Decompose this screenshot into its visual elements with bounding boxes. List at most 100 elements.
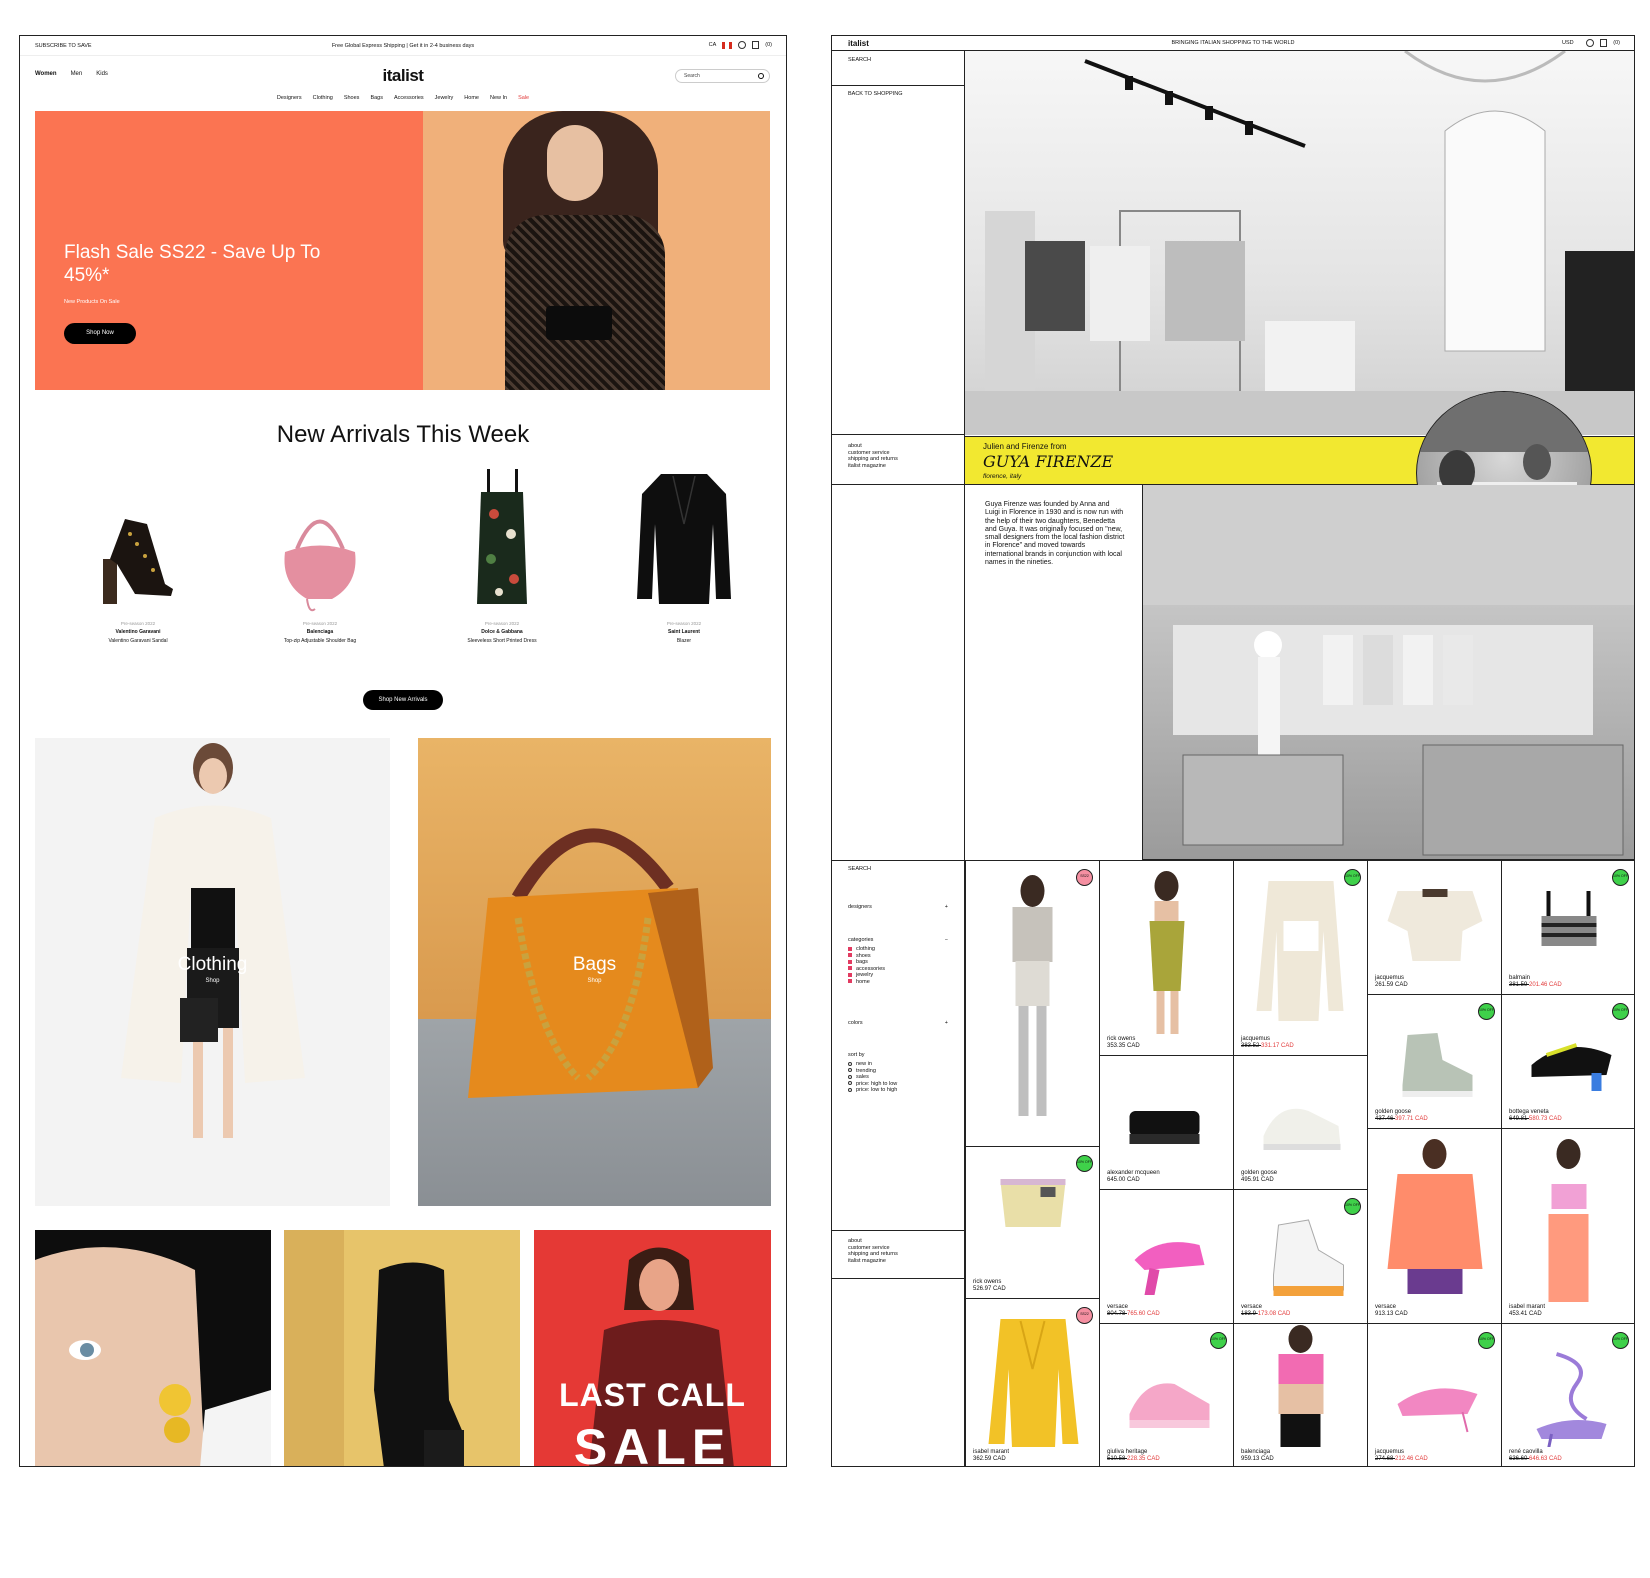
product-card[interactable]: 10% OFF balmain 381.59 201.46 CAD: [1501, 860, 1634, 994]
back-to-shopping-link[interactable]: BACK TO SHOPPING: [848, 91, 903, 98]
product-image[interactable]: [1100, 861, 1233, 1036]
arrival-product-card[interactable]: Pre-season 2022 Saint Laurent Blazer: [601, 464, 767, 644]
shipping-returns-link[interactable]: shipping and returns: [848, 456, 898, 463]
product-brand[interactable]: rené caovilla: [1509, 1449, 1543, 1455]
product-brand[interactable]: jacquemus: [1375, 975, 1404, 981]
collapse-minus-icon[interactable]: −: [945, 937, 948, 944]
product-card[interactable]: 10% OFF giuliva heritage 510.58 228.35 CAD: [1099, 1323, 1233, 1466]
product-brand[interactable]: jacquemus: [1375, 1449, 1404, 1455]
nav-sale[interactable]: Sale: [518, 95, 529, 101]
bag-icon[interactable]: [752, 41, 760, 49]
product-brand[interactable]: versace: [1375, 1304, 1396, 1310]
product-image[interactable]: [1100, 1190, 1233, 1302]
product-brand[interactable]: isabel marant: [973, 1449, 1009, 1455]
magazine-link[interactable]: italist magazine: [848, 1258, 898, 1265]
expand-plus-icon[interactable]: +: [945, 904, 948, 911]
nav-bags[interactable]: Bags: [370, 95, 383, 101]
product-brand[interactable]: Saint Laurent: [601, 629, 767, 635]
product-image[interactable]: [1368, 1129, 1501, 1302]
product-card[interactable]: 10% OFF rené caovilla 636.60 646.63 CAD: [1501, 1323, 1634, 1466]
bags-tile[interactable]: Bags Shop: [418, 738, 771, 1206]
product-card[interactable]: isabel marant 453.41 CAD: [1501, 1128, 1634, 1323]
italist-logo[interactable]: italist: [20, 66, 786, 86]
product-card[interactable]: versace 913.13 CAD: [1367, 1128, 1501, 1323]
product-image[interactable]: [1234, 1056, 1367, 1168]
product-brand[interactable]: Balenciaga: [237, 629, 403, 635]
tile-shop-link[interactable]: Shop: [35, 978, 390, 984]
radio-icon[interactable]: [848, 1061, 852, 1066]
product-brand[interactable]: rick owens: [973, 1279, 1001, 1285]
category-home[interactable]: home: [848, 979, 885, 986]
checkbox-icon[interactable]: [848, 972, 852, 977]
arrival-product-card[interactable]: Pre-season 2022 Dolce & Gabbana Sleevele…: [419, 464, 585, 644]
product-brand[interactable]: versace: [1107, 1304, 1128, 1310]
nav-new-in[interactable]: New In: [490, 95, 507, 101]
expand-plus-icon[interactable]: +: [945, 1020, 948, 1027]
checkbox-icon[interactable]: [848, 946, 852, 951]
jewelry-tile[interactable]: [35, 1230, 271, 1466]
product-card[interactable]: 10% OFF rick owens 526.97 CAD: [965, 1146, 1099, 1298]
search-icon[interactable]: [758, 73, 764, 79]
hero-model-image[interactable]: [423, 111, 770, 390]
product-card[interactable]: 10% OFF versace 183.9 173.08 CAD: [1233, 1189, 1367, 1323]
product-brand[interactable]: bottega veneta: [1509, 1109, 1549, 1115]
sort-option[interactable]: price: low to high: [848, 1087, 897, 1094]
product-card[interactable]: golden goose 495.91 CAD: [1233, 1055, 1367, 1189]
product-card[interactable]: SS22 isabel marant 362.59 CAD: [965, 1298, 1099, 1466]
radio-icon[interactable]: [848, 1087, 852, 1092]
colors-filter[interactable]: colors +: [848, 1020, 948, 1027]
filter-search[interactable]: SEARCH: [848, 866, 871, 873]
product-name[interactable]: Top-zip Adjustable Shoulder Bag: [237, 638, 403, 644]
product-image[interactable]: [1234, 861, 1367, 1034]
account-icon[interactable]: [738, 41, 747, 49]
last-call-sale-tile[interactable]: LAST CALL SALE: [534, 1230, 771, 1466]
shop-new-arrivals-button[interactable]: Shop New Arrivals: [363, 690, 443, 710]
product-card[interactable]: jacquemus 261.59 CAD: [1367, 860, 1501, 994]
product-image[interactable]: [1234, 1324, 1367, 1466]
clothing-tile[interactable]: Clothing Shop: [35, 738, 390, 1206]
product-card[interactable]: versace 804.78 765.60 CAD: [1099, 1189, 1233, 1323]
product-name[interactable]: Sleeveless Short Printed Dress: [419, 638, 585, 644]
categories-filter[interactable]: categories −: [848, 937, 948, 944]
product-card[interactable]: rick owens 353.35 CAD: [1099, 860, 1233, 1055]
shipping-returns-link[interactable]: shipping and returns: [848, 1251, 898, 1258]
product-brand[interactable]: golden goose: [1375, 1109, 1411, 1115]
product-image[interactable]: [237, 464, 403, 614]
radio-icon[interactable]: [848, 1068, 852, 1073]
product-card[interactable]: 10% OFF bottega veneta 649.81 580.73 CAD: [1501, 994, 1634, 1128]
shoes-tile[interactable]: [284, 1230, 520, 1466]
nav-clothing[interactable]: Clothing: [313, 95, 333, 101]
checkbox-icon[interactable]: [848, 959, 852, 964]
nav-jewelry[interactable]: Jewelry: [435, 95, 454, 101]
currency-selector[interactable]: USD: [1562, 40, 1574, 46]
canada-flag-icon[interactable]: [722, 41, 733, 49]
checkbox-icon[interactable]: [848, 966, 852, 971]
product-card[interactable]: 10% OFF jacquemus 383.52 331.17 CAD: [1233, 860, 1367, 1055]
product-image[interactable]: [419, 464, 585, 614]
bag-count[interactable]: (0): [1613, 40, 1620, 46]
product-brand[interactable]: Dolce & Gabbana: [419, 629, 585, 635]
product-brand[interactable]: versace: [1241, 1304, 1262, 1310]
bag-count[interactable]: (0): [765, 42, 772, 48]
nav-shoes[interactable]: Shoes: [344, 95, 360, 101]
nav-home[interactable]: Home: [464, 95, 479, 101]
radio-icon[interactable]: [848, 1081, 852, 1086]
product-brand[interactable]: rick owens: [1107, 1036, 1135, 1042]
product-brand[interactable]: isabel marant: [1509, 1304, 1545, 1310]
product-brand[interactable]: golden goose: [1241, 1170, 1277, 1176]
product-card[interactable]: balenciaga 959.13 CAD: [1233, 1323, 1367, 1466]
tile-shop-link[interactable]: Shop: [418, 978, 771, 984]
nav-accessories[interactable]: Accessories: [394, 95, 424, 101]
nav-designers[interactable]: Designers: [277, 95, 302, 101]
radio-icon[interactable]: [848, 1074, 852, 1079]
arrival-product-card[interactable]: Pre-season 2022 Balenciaga Top-zip Adjus…: [237, 464, 403, 644]
product-image[interactable]: [601, 464, 767, 614]
product-image[interactable]: [55, 464, 221, 614]
account-icon[interactable]: [1586, 39, 1595, 47]
product-card[interactable]: 10% OFF golden goose 437.46 397.71 CAD: [1367, 994, 1501, 1128]
product-card[interactable]: 10% OFF jacquemus 274.68 212.46 CAD: [1367, 1323, 1501, 1466]
product-card[interactable]: alexander mcqueen 645.00 CAD: [1099, 1055, 1233, 1189]
designers-filter[interactable]: designers +: [848, 904, 948, 911]
search-input[interactable]: Search: [675, 69, 770, 83]
product-name[interactable]: Valentino Garavani Sandal: [55, 638, 221, 644]
